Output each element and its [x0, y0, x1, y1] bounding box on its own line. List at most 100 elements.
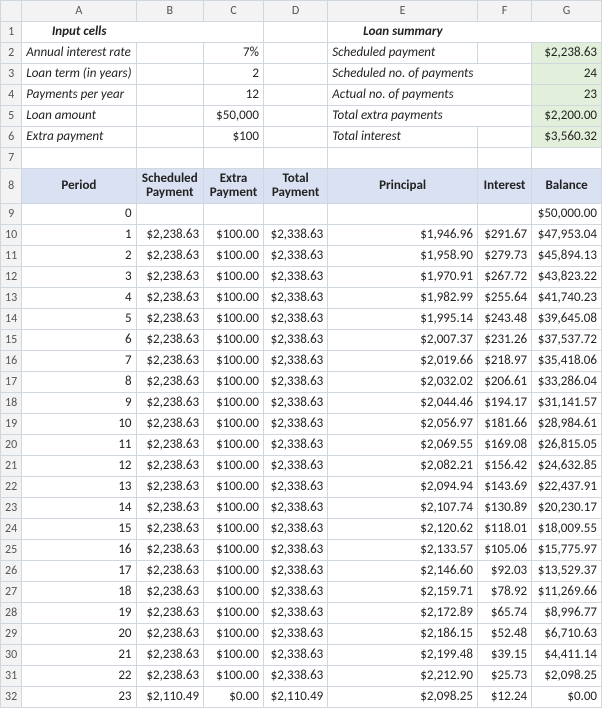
cell-principal[interactable]: $2,172.89 — [328, 603, 478, 624]
cell-principal[interactable]: $2,146.60 — [328, 561, 478, 582]
cell-extra[interactable]: $100.00 — [204, 309, 264, 330]
cell[interactable] — [136, 22, 204, 43]
col-header[interactable]: E — [328, 1, 478, 22]
cell[interactable] — [136, 148, 204, 169]
cell-total[interactable] — [263, 204, 327, 225]
cell-extra[interactable]: $0.00 — [204, 687, 264, 708]
summary-scheduled-no-payments[interactable]: 24 — [532, 64, 602, 85]
cell[interactable] — [263, 106, 327, 127]
cell-scheduled[interactable]: $2,238.63 — [136, 540, 204, 561]
row-header[interactable]: 30 — [1, 645, 22, 666]
cell-extra[interactable]: $100.00 — [204, 582, 264, 603]
row-header[interactable]: 9 — [1, 204, 22, 225]
row-header[interactable]: 18 — [1, 393, 22, 414]
cell[interactable] — [204, 148, 264, 169]
cell-principal[interactable]: $2,056.97 — [328, 414, 478, 435]
row-header[interactable]: 19 — [1, 414, 22, 435]
cell-principal[interactable]: $2,044.46 — [328, 393, 478, 414]
cell-total[interactable]: $2,338.63 — [263, 498, 327, 519]
cell-extra[interactable]: $100.00 — [204, 477, 264, 498]
cell-extra[interactable]: $100.00 — [204, 288, 264, 309]
cell-balance[interactable]: $31,141.57 — [532, 393, 602, 414]
col-header[interactable]: A — [22, 1, 136, 22]
cell-extra[interactable]: $100.00 — [204, 666, 264, 687]
cell-scheduled[interactable]: $2,238.63 — [136, 414, 204, 435]
cell-scheduled[interactable]: $2,238.63 — [136, 456, 204, 477]
cell-balance[interactable]: $18,009.55 — [532, 519, 602, 540]
cell[interactable] — [263, 64, 327, 85]
cell-scheduled[interactable]: $2,238.63 — [136, 477, 204, 498]
cell-total[interactable]: $2,338.63 — [263, 603, 327, 624]
cell-interest[interactable] — [477, 204, 531, 225]
th-interest[interactable]: Interest — [477, 169, 531, 204]
th-scheduled-payment[interactable]: Scheduled Payment — [136, 169, 204, 204]
cell-extra[interactable]: $100.00 — [204, 225, 264, 246]
cell-total[interactable]: $2,338.63 — [263, 330, 327, 351]
cell-balance[interactable]: $20,230.17 — [532, 498, 602, 519]
cell-total[interactable]: $2,338.63 — [263, 267, 327, 288]
cell-principal[interactable]: $2,186.15 — [328, 624, 478, 645]
cell-total[interactable]: $2,338.63 — [263, 519, 327, 540]
cell-interest[interactable]: $231.26 — [477, 330, 531, 351]
cell-principal[interactable]: $2,082.21 — [328, 456, 478, 477]
cell-principal[interactable]: $2,212.90 — [328, 666, 478, 687]
cell-principal[interactable] — [328, 204, 478, 225]
select-all-corner[interactable] — [1, 1, 22, 22]
col-header[interactable]: D — [263, 1, 327, 22]
label-actual-no-payments[interactable]: Actual no. of payments — [328, 85, 478, 106]
cell-interest[interactable]: $25.73 — [477, 666, 531, 687]
cell[interactable] — [477, 22, 531, 43]
cell-total[interactable]: $2,338.63 — [263, 372, 327, 393]
cell-balance[interactable]: $4,411.14 — [532, 645, 602, 666]
cell-balance[interactable]: $47,953.04 — [532, 225, 602, 246]
cell-extra[interactable]: $100.00 — [204, 519, 264, 540]
cell-principal[interactable]: $2,159.71 — [328, 582, 478, 603]
cell-principal[interactable]: $2,133.57 — [328, 540, 478, 561]
col-header[interactable]: G — [532, 1, 602, 22]
cell-balance[interactable]: $50,000.00 — [532, 204, 602, 225]
cell-total[interactable]: $2,338.63 — [263, 582, 327, 603]
col-header[interactable]: C — [204, 1, 264, 22]
cell-total[interactable]: $2,338.63 — [263, 624, 327, 645]
cell-interest[interactable]: $291.67 — [477, 225, 531, 246]
cell-balance[interactable]: $24,632.85 — [532, 456, 602, 477]
cell-interest[interactable]: $194.17 — [477, 393, 531, 414]
cell[interactable] — [532, 22, 602, 43]
cell-period[interactable]: 19 — [22, 603, 136, 624]
summary-scheduled-payment[interactable]: $2,238.63 — [532, 43, 602, 64]
cell-balance[interactable]: $43,823.22 — [532, 267, 602, 288]
cell-principal[interactable]: $1,946.96 — [328, 225, 478, 246]
cell-total[interactable]: $2,338.63 — [263, 645, 327, 666]
cell-interest[interactable]: $267.72 — [477, 267, 531, 288]
cell-scheduled[interactable]: $2,238.63 — [136, 624, 204, 645]
row-header[interactable]: 32 — [1, 687, 22, 708]
cell-period[interactable]: 21 — [22, 645, 136, 666]
label-total-interest[interactable]: Total interest — [328, 127, 478, 148]
cell-balance[interactable]: $26,815.05 — [532, 435, 602, 456]
summary-total-interest[interactable]: $3,560.32 — [532, 127, 602, 148]
cell-period[interactable]: 11 — [22, 435, 136, 456]
cell[interactable] — [263, 127, 327, 148]
cell-interest[interactable]: $92.03 — [477, 561, 531, 582]
row-header[interactable]: 29 — [1, 624, 22, 645]
row-header[interactable]: 6 — [1, 127, 22, 148]
cell[interactable] — [263, 22, 327, 43]
cell-scheduled[interactable]: $2,238.63 — [136, 330, 204, 351]
row-header[interactable]: 23 — [1, 498, 22, 519]
cell-interest[interactable]: $218.97 — [477, 351, 531, 372]
input-payments-per-year[interactable]: 12 — [204, 85, 264, 106]
row-header[interactable]: 22 — [1, 477, 22, 498]
row-header[interactable]: 10 — [1, 225, 22, 246]
cell-balance[interactable]: $15,775.97 — [532, 540, 602, 561]
cell-principal[interactable]: $2,032.02 — [328, 372, 478, 393]
cell-total[interactable]: $2,338.63 — [263, 456, 327, 477]
cell-total[interactable]: $2,338.63 — [263, 666, 327, 687]
cell[interactable] — [477, 64, 531, 85]
cell-balance[interactable]: $45,894.13 — [532, 246, 602, 267]
cell-period[interactable]: 5 — [22, 309, 136, 330]
cell-extra[interactable]: $100.00 — [204, 561, 264, 582]
cell-balance[interactable]: $35,418.06 — [532, 351, 602, 372]
loan-summary-header[interactable]: Loan summary — [328, 22, 478, 43]
row-header[interactable]: 17 — [1, 372, 22, 393]
cell-extra[interactable]: $100.00 — [204, 498, 264, 519]
